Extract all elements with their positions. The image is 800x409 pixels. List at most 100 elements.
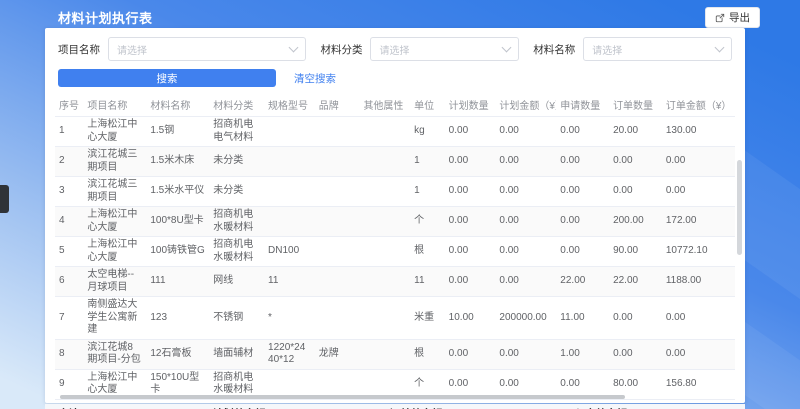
table-cell <box>315 297 360 340</box>
table-cell: 2 <box>55 147 83 177</box>
vertical-scrollbar-thumb[interactable] <box>737 160 742 255</box>
table-cell: 22.00 <box>609 267 662 297</box>
table-cell: 上海松江中心大厦 <box>83 237 146 267</box>
header-cell: 品牌 <box>315 93 360 117</box>
table-cell <box>315 267 360 297</box>
table-cell: 100*8U型卡 <box>146 207 209 237</box>
table-cell: 1 <box>410 147 445 177</box>
material-plan-table: 序号项目名称材料名称材料分类规格型号品牌其他属性单位计划数量计划金额（¥）申请数… <box>55 93 735 400</box>
table-cell: 0.00 <box>609 177 662 207</box>
table-cell: 0.00 <box>445 147 496 177</box>
table-row: 4上海松江中心大厦100*8U型卡招商机电 水暖材料个0.000.000.002… <box>55 207 735 237</box>
table-cell <box>359 147 410 177</box>
table-cell: 未分类 <box>209 177 264 207</box>
table-cell <box>264 147 315 177</box>
chevron-down-icon <box>289 43 299 53</box>
header-cell: 材料分类 <box>209 93 264 117</box>
table-cell: 130.00 <box>662 117 735 147</box>
table-cell: 1.5钢 <box>146 117 209 147</box>
table-cell: 123 <box>146 297 209 340</box>
table-cell: 0.00 <box>556 147 609 177</box>
table-cell: 根 <box>410 237 445 267</box>
table-cell: 0.00 <box>445 339 496 369</box>
filter-group-material-category: 材料分类请选择 <box>320 37 519 61</box>
select-placeholder: 请选择 <box>592 42 622 57</box>
table-cell: 个 <box>410 207 445 237</box>
table-cell: 0.00 <box>609 339 662 369</box>
table-cell: 11 <box>410 267 445 297</box>
table-cell: 0.00 <box>445 267 496 297</box>
table-cell: 1.5米木床 <box>146 147 209 177</box>
material-name-select[interactable]: 请选择 <box>583 37 732 61</box>
table-cell: 0.00 <box>556 237 609 267</box>
table-cell: 0.00 <box>662 177 735 207</box>
table-cell: 1.00 <box>556 339 609 369</box>
table-cell: 11 <box>264 267 315 297</box>
table-cell: 20.00 <box>609 117 662 147</box>
project-name-select[interactable]: 请选择 <box>108 37 306 61</box>
search-button[interactable]: 搜索 <box>58 69 276 87</box>
material-category-select[interactable]: 请选择 <box>370 37 519 61</box>
table-cell <box>264 207 315 237</box>
table-cell: 未分类 <box>209 147 264 177</box>
sidebar-collapse-handle[interactable] <box>0 185 9 213</box>
table-cell: 龙牌 <box>315 339 360 369</box>
table-cell: 南侧盛达大学生公寓新建 <box>83 297 146 340</box>
table-cell: 0.00 <box>556 177 609 207</box>
table-cell <box>315 117 360 147</box>
table-cell: 111 <box>146 267 209 297</box>
table-cell: 0.00 <box>445 207 496 237</box>
table-cell: 0.00 <box>495 207 556 237</box>
filter-bar: 项目名称请选择材料分类请选择材料名称请选择 <box>45 28 745 61</box>
table-cell: 0.00 <box>609 147 662 177</box>
table-cell: 墙面辅材 <box>209 339 264 369</box>
table-cell: 3 <box>55 177 83 207</box>
table-cell: 0.00 <box>495 177 556 207</box>
table-cell <box>264 117 315 147</box>
table-cell <box>359 237 410 267</box>
header-cell: 订单金额（¥） <box>662 93 735 117</box>
table-cell <box>315 147 360 177</box>
table-cell: 10.00 <box>445 297 496 340</box>
table-cell <box>315 237 360 267</box>
table-row: 8滨江花城8期项目-分包12石膏板墙面辅材1220*2440*12龙牌根0.00… <box>55 339 735 369</box>
table-cell <box>315 177 360 207</box>
table-cell: 0.00 <box>662 297 735 340</box>
content-card: 项目名称请选择材料分类请选择材料名称请选择 搜索 清空搜索 序号项目名称材料名称… <box>45 28 745 403</box>
table-cell: kg <box>410 117 445 147</box>
table-cell <box>359 207 410 237</box>
table-cell <box>264 177 315 207</box>
select-placeholder: 请选择 <box>117 42 147 57</box>
chevron-down-icon <box>502 43 512 53</box>
export-button[interactable]: 导出 <box>705 7 760 28</box>
table-cell: 招商机电 水暖材料 <box>209 237 264 267</box>
table-cell: 0.00 <box>495 237 556 267</box>
table-cell <box>359 117 410 147</box>
table-cell: 网线 <box>209 267 264 297</box>
header-cell: 计划数量 <box>445 93 496 117</box>
table-row: 5上海松江中心大厦100铸铁管G招商机电 水暖材料DN100根0.000.000… <box>55 237 735 267</box>
table-cell: 156.80 <box>662 369 735 399</box>
table-cell: 200000.00 <box>495 297 556 340</box>
page-title: 材料计划执行表 <box>58 8 153 27</box>
header-cell: 单位 <box>410 93 445 117</box>
header-cell: 规格型号 <box>264 93 315 117</box>
table-cell: 招商机电 电气材料 <box>209 117 264 147</box>
table-cell: 1 <box>55 117 83 147</box>
export-label: 导出 <box>729 10 750 25</box>
table-cell: 米重 <box>410 297 445 340</box>
table-cell: 根 <box>410 339 445 369</box>
table-cell: 0.00 <box>445 177 496 207</box>
table-cell: DN100 <box>264 237 315 267</box>
table-cell: 0.00 <box>495 147 556 177</box>
table-cell: 上海松江中心大厦 <box>83 207 146 237</box>
header-cell: 计划金额（¥） <box>495 93 556 117</box>
table-header-row: 序号项目名称材料名称材料分类规格型号品牌其他属性单位计划数量计划金额（¥）申请数… <box>55 93 735 117</box>
table-cell: 不锈钢 <box>209 297 264 340</box>
clear-search-link[interactable]: 清空搜索 <box>294 71 336 86</box>
table-cell: 0.00 <box>495 117 556 147</box>
header-cell: 序号 <box>55 93 83 117</box>
horizontal-scrollbar-thumb[interactable] <box>60 395 625 399</box>
filter-label-material-name: 材料名称 <box>533 42 575 57</box>
filter-group-material-name: 材料名称 请选择 <box>533 37 732 61</box>
